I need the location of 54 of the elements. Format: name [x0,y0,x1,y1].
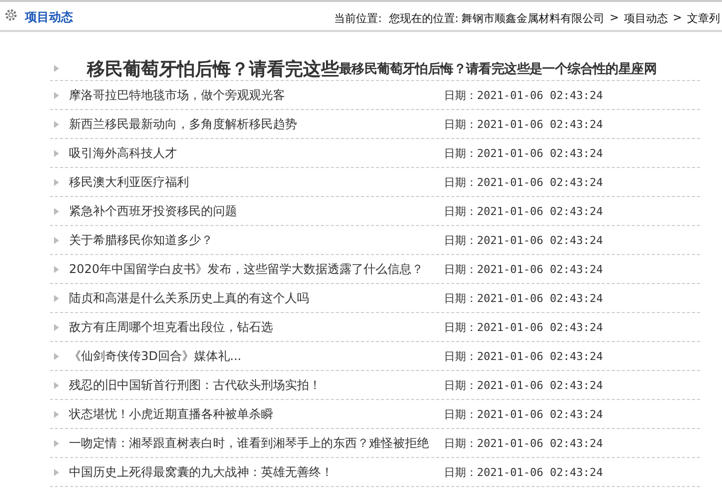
article-link[interactable]: 中国历史上死得最窝囊的九大战神：英雄无善终！ [69,464,444,480]
article-date: 日期：2021-01-06 02:43:24 [444,348,603,364]
bullet-icon [54,352,59,360]
article-link[interactable]: 残忍的旧中国斩首行刑图：古代砍头刑场实拍！ [69,376,444,394]
article-date: 日期：2021-01-06 02:43:24 [444,116,603,132]
article-date: 日期：2021-01-06 02:43:24 [444,146,603,160]
headline-subtitle: 最移民葡萄牙怕后悔？请看完这些是一个综合性的星座网 [339,60,657,78]
headline-link[interactable]: 移民葡萄牙怕后悔？请看完这些 [87,56,339,80]
article-date: 日期：2021-01-06 02:43:24 [444,378,603,392]
article-date: 日期：2021-01-06 02:43:24 [444,464,603,480]
breadcrumb-separator: > [610,11,619,26]
article-date: 日期：2021-01-06 02:43:24 [444,262,603,276]
breadcrumb-separator: > [672,11,682,26]
breadcrumb-link[interactable]: 舞钢市顺鑫金属材料有限公司 [462,11,605,26]
article-link[interactable]: 2020年中国留学白皮书》发布，这些留学大数据透露了什么信息？ [69,260,444,278]
article-date: 日期：2021-01-06 02:43:24 [444,174,603,190]
bullet-icon [54,92,59,98]
article-link[interactable]: 陆贞和高湛是什么关系历史上真的有这个人吗 [69,290,444,306]
article-link[interactable]: 关于希腊移民你知道多少？ [69,232,444,248]
bullet-icon [54,120,59,128]
article-date: 日期：2021-01-06 02:43:24 [444,290,603,306]
bullet-icon [54,65,59,72]
article-link[interactable]: 新西兰移民最新动向，多角度解析移民趋势 [69,116,444,132]
article-link[interactable]: 摩洛哥拉巴特地毯市场，做个旁观观光客 [69,86,444,104]
article-link[interactable]: 紧急补个西班牙投资移民的问题 [69,202,444,220]
article-link[interactable]: 一吻定情：湘琴跟直树表白时，谁看到湘琴手上的东西？难怪被拒绝 [69,434,444,452]
section-title: 项目动态 [25,9,73,26]
article-link[interactable]: 移民澳大利亚医疗福利 [69,174,444,190]
article-link[interactable]: 《仙剑奇侠传3D回合》媒体礼... [69,348,444,364]
article-date: 日期：2021-01-06 02:43:24 [444,436,603,450]
gear-icon [4,8,18,22]
breadcrumb-text: 您现在的位置: [388,11,459,26]
article-link[interactable]: 敌方有庄周哪个坦克看出段位，钻石选 [69,318,444,336]
article-link[interactable]: 状态堪忧！小虎近期直播各种被单杀瞬 [69,406,444,422]
bullet-icon [54,382,59,388]
bullet-icon [54,150,59,156]
bullet-icon [54,468,59,476]
article-date: 日期：2021-01-06 02:43:24 [444,406,603,422]
bullet-icon [54,324,59,330]
bullet-icon [54,236,59,244]
article-date: 日期：2021-01-06 02:43:24 [444,232,603,248]
breadcrumb-link[interactable]: 文章列 [687,11,720,26]
article-date: 日期：2021-01-06 02:43:24 [444,204,603,218]
breadcrumb-link[interactable]: 项目动态 [624,11,668,26]
bullet-icon [54,294,59,302]
bullet-icon [54,266,59,272]
bullet-icon [54,178,59,186]
bullet-icon [54,410,59,418]
article-link[interactable]: 吸引海外高科技人才 [69,144,444,162]
article-date: 日期：2021-01-06 02:43:24 [444,320,603,334]
bullet-icon [54,440,59,446]
bullet-icon [54,208,59,214]
breadcrumb-label: 当前位置: [334,11,382,26]
article-date: 日期：2021-01-06 02:43:24 [444,88,603,102]
